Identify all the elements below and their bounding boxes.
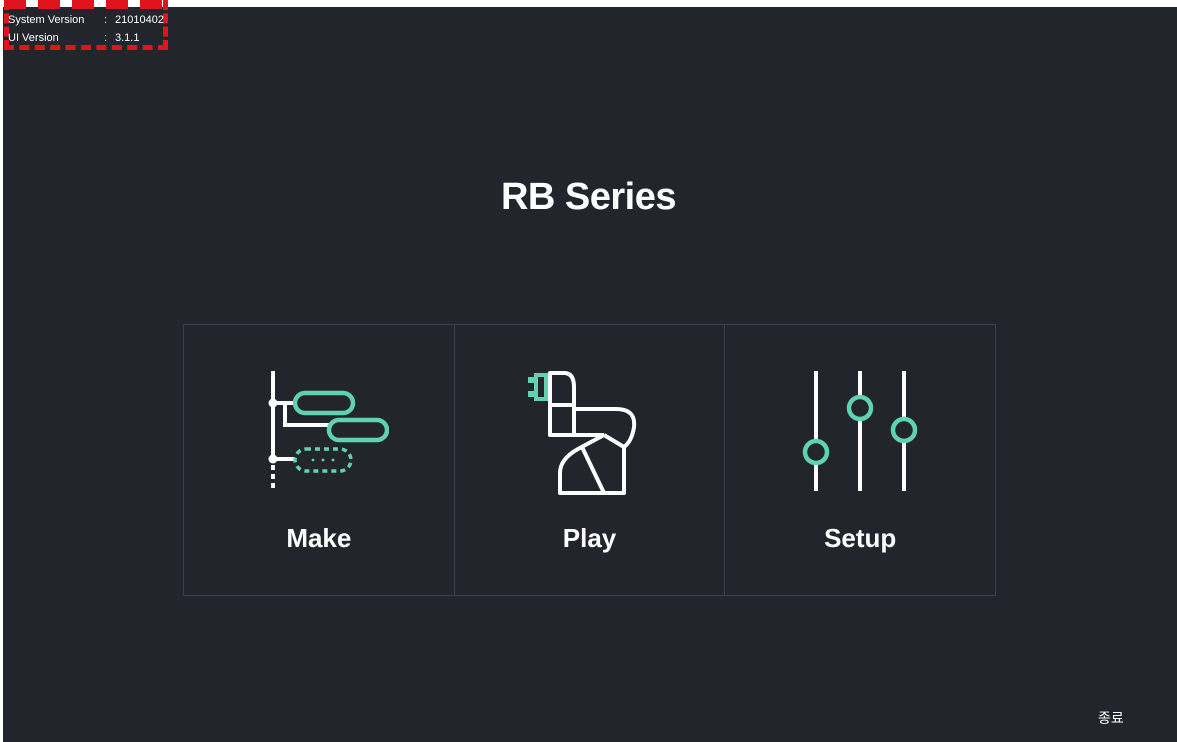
version-info: System Version : 21010402 UI Version : 3…	[8, 11, 164, 47]
robot-arm-icon	[527, 371, 636, 495]
system-version-separator: :	[104, 14, 108, 26]
system-version-row: System Version : 21010402	[8, 11, 164, 29]
program-flow-icon	[268, 371, 389, 491]
play-label: Play	[562, 523, 617, 553]
setup-button[interactable]: Setup	[725, 325, 995, 595]
ui-version-row: UI Version : 3.1.1	[8, 29, 164, 47]
page-title: RB Series	[500, 176, 677, 218]
system-version-value: 21010402	[115, 14, 164, 26]
ui-version-value: 3.1.1	[115, 32, 140, 44]
ui-version-label: UI Version	[8, 32, 59, 44]
exit-button[interactable]: 종료	[1098, 708, 1124, 728]
ui-version-separator: :	[104, 32, 108, 44]
sliders-icon	[802, 371, 918, 491]
make-button[interactable]: Make	[184, 325, 455, 595]
main-menu: Make Play Setup	[183, 324, 996, 596]
play-button[interactable]: Play	[455, 325, 726, 595]
setup-label: Setup	[824, 523, 897, 553]
make-label: Make	[286, 523, 352, 553]
system-version-label: System Version	[8, 14, 85, 26]
